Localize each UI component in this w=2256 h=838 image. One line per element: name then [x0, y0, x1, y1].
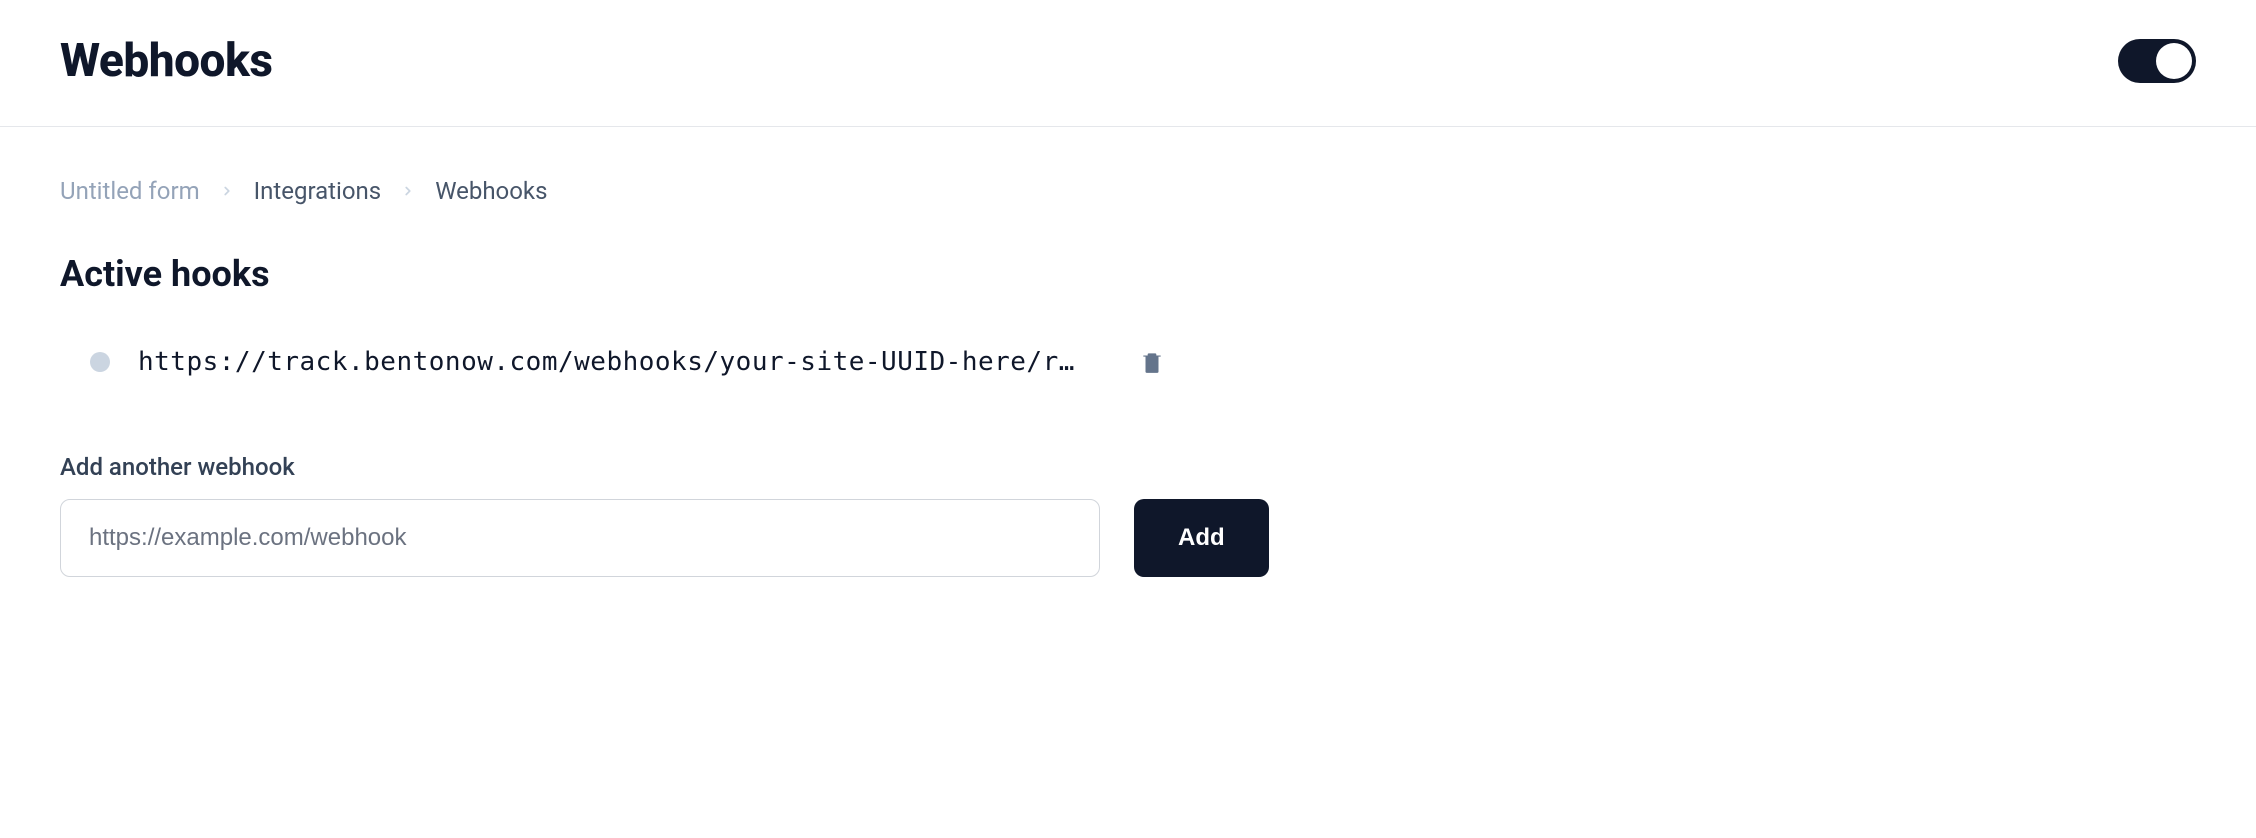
- webhooks-toggle[interactable]: [2118, 39, 2196, 83]
- status-dot-icon: [90, 352, 110, 372]
- breadcrumb: Untitled form Integrations Webhooks: [60, 177, 2196, 205]
- hook-row: https://track.bentonow.com/webhooks/your…: [60, 341, 2196, 383]
- breadcrumb-item-integrations[interactable]: Integrations: [254, 177, 382, 205]
- page-header: Webhooks: [0, 0, 2256, 127]
- active-hooks-title: Active hooks: [60, 253, 2196, 295]
- breadcrumb-item-webhooks[interactable]: Webhooks: [435, 177, 547, 205]
- delete-hook-button[interactable]: [1133, 341, 1171, 383]
- page-title: Webhooks: [60, 34, 272, 88]
- add-webhook-label: Add another webhook: [60, 453, 2196, 481]
- trash-icon: [1139, 347, 1165, 377]
- chevron-right-icon: [401, 184, 415, 198]
- toggle-knob: [2156, 43, 2192, 79]
- add-button[interactable]: Add: [1134, 499, 1269, 577]
- breadcrumb-item-form[interactable]: Untitled form: [60, 177, 200, 205]
- webhook-url-input[interactable]: [60, 499, 1100, 577]
- add-webhook-row: Add: [60, 499, 2196, 577]
- hook-url: https://track.bentonow.com/webhooks/your…: [138, 347, 1075, 377]
- chevron-right-icon: [220, 184, 234, 198]
- page-content: Untitled form Integrations Webhooks Acti…: [0, 127, 2256, 627]
